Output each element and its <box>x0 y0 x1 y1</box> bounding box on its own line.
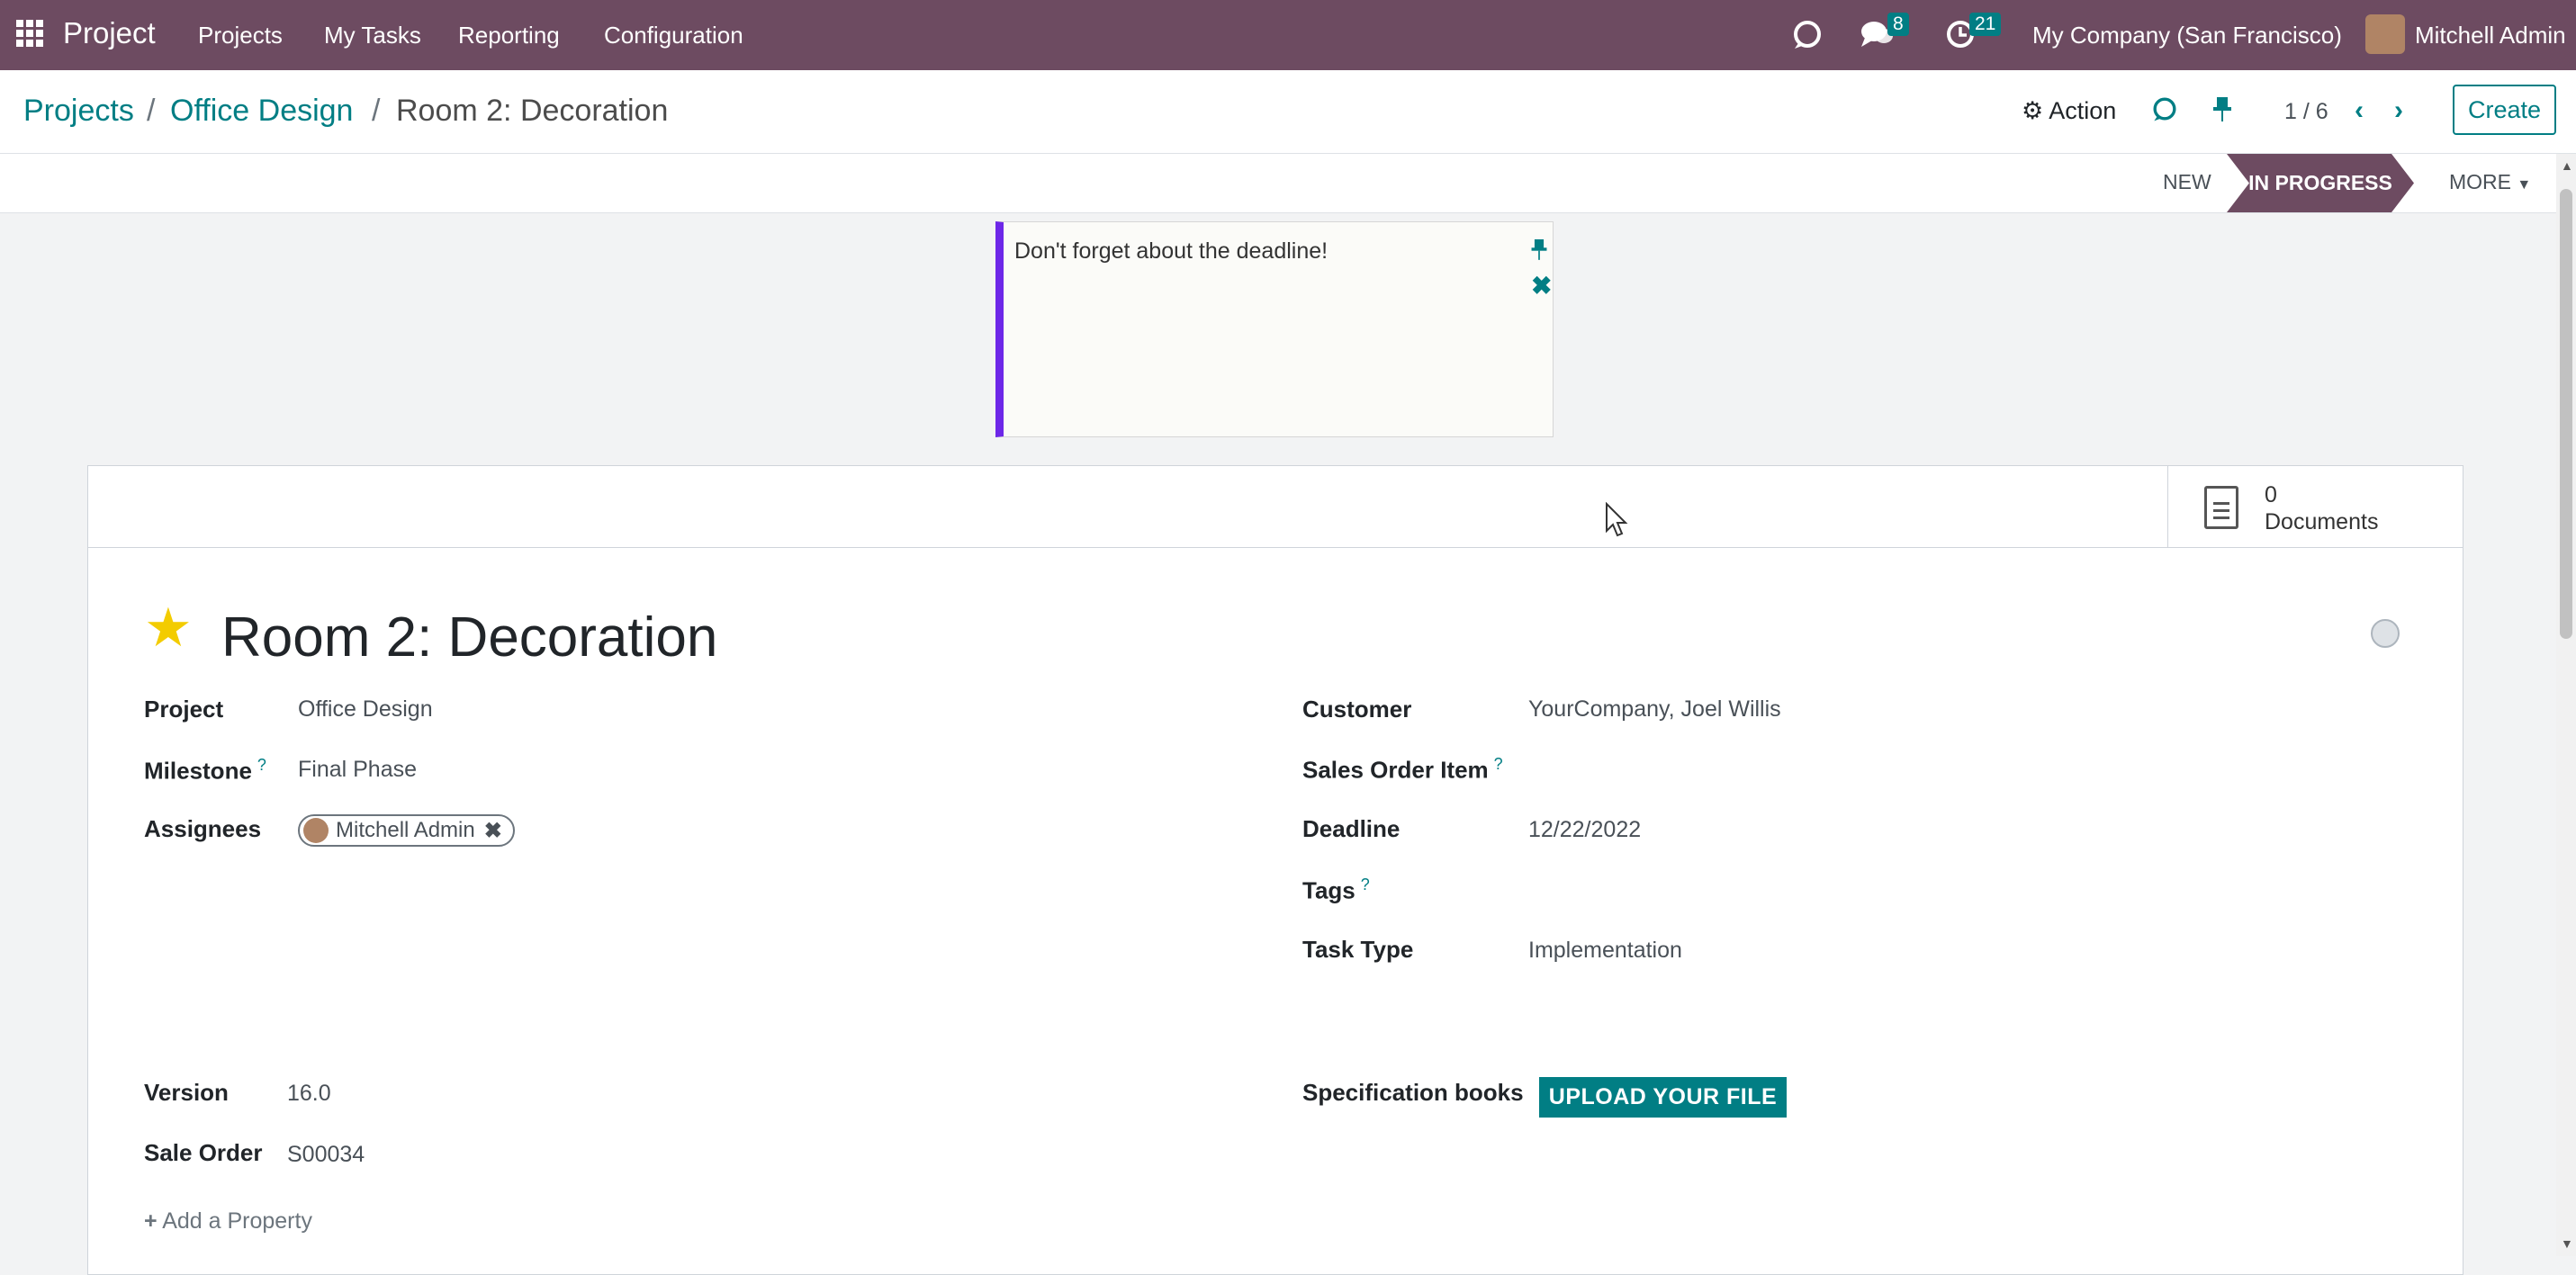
scroll-up-arrow-icon[interactable]: ▲ <box>2561 158 2573 173</box>
mouse-cursor-icon <box>1606 502 1628 537</box>
tags-field[interactable] <box>1528 876 2158 903</box>
upload-file-button[interactable]: UPLOAD YOUR FILE <box>1539 1077 1787 1118</box>
remove-tag-icon[interactable]: ✖ <box>484 818 502 844</box>
assignee-avatar <box>303 818 329 843</box>
caret-down-icon: ▼ <box>2517 177 2532 193</box>
task-type-label: Task Type <box>1302 936 1414 963</box>
pin-icon[interactable] <box>2211 95 2234 130</box>
next-record-icon[interactable]: › <box>2394 95 2403 126</box>
more-label: MORE <box>2449 170 2511 193</box>
documents-label: Documents <box>2265 509 2379 534</box>
stage-new[interactable]: NEW <box>2163 170 2211 194</box>
priority-star-icon[interactable]: ★ <box>144 601 193 655</box>
plus-icon: + <box>144 1208 158 1234</box>
assignee-name: Mitchell Admin <box>336 818 475 842</box>
action-menu[interactable]: ⚙ Action <box>2022 97 2116 125</box>
add-property-button[interactable]: + Add a Property <box>144 1208 312 1235</box>
note-close-icon[interactable]: ✖ <box>1531 271 1552 301</box>
menu-projects[interactable]: Projects <box>198 22 283 49</box>
top-navbar: Project Projects My Tasks Reporting Conf… <box>0 0 2576 70</box>
breadcrumb-projects[interactable]: Projects <box>23 94 134 129</box>
kanban-state-indicator[interactable] <box>2371 619 2400 648</box>
messages-count-badge: 8 <box>1887 13 1909 36</box>
assignees-label: Assignees <box>144 815 262 842</box>
help-tooltip-icon[interactable]: ? <box>1494 755 1503 773</box>
scroll-down-arrow-icon[interactable]: ▼ <box>2561 1236 2573 1251</box>
user-menu[interactable]: Mitchell Admin <box>2415 22 2566 49</box>
menu-configuration[interactable]: Configuration <box>604 22 743 49</box>
breadcrumb-separator: / <box>147 94 156 128</box>
document-icon <box>2204 486 2238 529</box>
menu-reporting[interactable]: Reporting <box>458 22 560 49</box>
menu-my-tasks[interactable]: My Tasks <box>324 22 421 49</box>
whatsapp-icon[interactable] <box>2151 95 2178 130</box>
user-avatar[interactable] <box>2365 14 2405 54</box>
stage-statusbar: NEW IN PROGRESS MORE ▼ <box>0 154 2556 213</box>
note-text[interactable]: Don't forget about the deadline! <box>1014 238 1328 265</box>
documents-smart-button[interactable]: 0 Documents <box>2167 466 2464 547</box>
note-pin-icon[interactable] <box>1529 237 1549 268</box>
assignee-tag[interactable]: Mitchell Admin ✖ <box>298 814 515 847</box>
create-button[interactable]: Create <box>2453 85 2556 135</box>
app-name[interactable]: Project <box>63 16 156 50</box>
sale-order-label: Sale Order <box>144 1139 263 1166</box>
stage-more-dropdown[interactable]: MORE ▼ <box>2449 170 2531 194</box>
gear-icon: ⚙ <box>2022 97 2044 124</box>
help-tooltip-icon[interactable]: ? <box>257 756 266 774</box>
version-field[interactable]: 16.0 <box>287 1081 331 1107</box>
deadline-label: Deadline <box>1302 815 1401 842</box>
milestone-label: Milestone? <box>144 756 266 785</box>
documents-count: 0 <box>2265 482 2277 507</box>
apps-menu-icon[interactable] <box>16 20 43 47</box>
customer-field[interactable]: YourCompany, Joel Willis <box>1528 696 1781 723</box>
task-type-field[interactable]: Implementation <box>1528 938 1682 964</box>
pager-value[interactable]: 1 / 6 <box>2284 99 2328 125</box>
project-field[interactable]: Office Design <box>298 696 433 723</box>
help-tooltip-icon[interactable]: ? <box>1361 875 1370 893</box>
tags-label: Tags? <box>1302 875 1370 904</box>
activities-count-badge: 21 <box>1969 13 2002 36</box>
scrollbar-thumb[interactable] <box>2560 189 2572 639</box>
breadcrumb-office-design[interactable]: Office Design <box>170 94 353 129</box>
control-panel: Projects / Office Design / Room 2: Decor… <box>0 70 2576 154</box>
deadline-field[interactable]: 12/22/2022 <box>1528 817 1641 843</box>
task-title[interactable]: Room 2: Decoration <box>221 606 717 669</box>
smart-button-box: 0 Documents <box>88 466 2463 548</box>
milestone-field[interactable]: Final Phase <box>298 757 417 783</box>
version-label: Version <box>144 1079 229 1106</box>
sticky-note: Don't forget about the deadline! ✖ <box>995 221 1554 437</box>
add-property-label: Add a Property <box>162 1208 312 1234</box>
previous-record-icon[interactable]: ‹ <box>2355 95 2364 126</box>
specification-books-label: Specification books <box>1302 1079 1524 1106</box>
breadcrumb-current: Room 2: Decoration <box>396 94 669 128</box>
breadcrumb-separator: / <box>372 94 381 128</box>
stage-in-progress[interactable]: IN PROGRESS <box>2227 154 2414 212</box>
task-form-sheet: 0 Documents ★ Room 2: Decoration Project… <box>87 465 2463 1275</box>
action-label: Action <box>2049 97 2117 124</box>
company-switcher[interactable]: My Company (San Francisco) <box>2032 22 2342 49</box>
project-label: Project <box>144 696 224 723</box>
customer-label: Customer <box>1302 696 1412 723</box>
sales-order-item-field[interactable] <box>1528 756 2158 783</box>
voip-phone-icon[interactable] <box>1791 18 1824 58</box>
sales-order-item-label: Sales Order Item? <box>1302 755 1503 784</box>
sale-order-field[interactable]: S00034 <box>287 1142 365 1168</box>
